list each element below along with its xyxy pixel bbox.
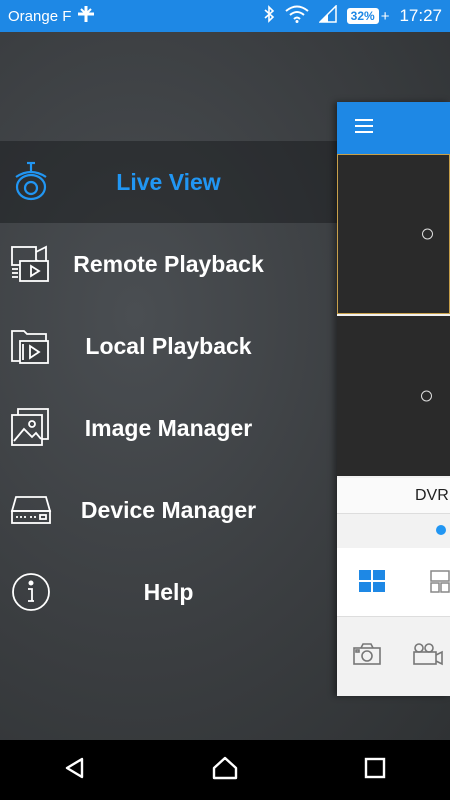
video-channel-1[interactable] bbox=[337, 154, 450, 314]
back-triangle-icon bbox=[63, 756, 87, 785]
loading-indicator-icon bbox=[421, 390, 432, 402]
carrier-name: Orange F bbox=[8, 7, 72, 25]
bluetooth-icon bbox=[263, 5, 275, 27]
clock: 17:27 bbox=[399, 6, 442, 25]
battery-group: 32% + bbox=[346, 7, 390, 25]
main-screen-preview[interactable]: DVR bbox=[337, 102, 450, 696]
side-menu: Live View Remote Playback Local Playback bbox=[0, 141, 337, 633]
dvr-device-icon bbox=[10, 489, 52, 531]
remote-playback-icon bbox=[10, 243, 52, 285]
menu-item-remote-playback[interactable]: Remote Playback bbox=[0, 223, 337, 305]
menu-item-live-view[interactable]: Live View bbox=[0, 141, 337, 223]
status-icons: 32% + 17:27 bbox=[263, 4, 442, 27]
tool-bar bbox=[337, 618, 450, 696]
recent-apps-button[interactable] bbox=[345, 740, 405, 800]
loading-indicator-icon bbox=[422, 228, 433, 240]
grid-single-icon[interactable] bbox=[430, 570, 450, 599]
system-navigation-bar bbox=[0, 740, 450, 800]
charging-indicator: + bbox=[380, 7, 390, 25]
info-icon bbox=[10, 571, 52, 613]
home-icon bbox=[212, 756, 238, 785]
sync-icon bbox=[77, 5, 95, 27]
wifi-icon bbox=[285, 5, 309, 27]
square-icon bbox=[364, 757, 386, 784]
carrier-group: Orange F bbox=[8, 5, 95, 27]
signal-icon bbox=[317, 4, 337, 27]
menu-item-device-manager[interactable]: Device Manager bbox=[0, 469, 337, 551]
battery-indicator: 32% bbox=[346, 8, 379, 24]
snapshot-camera-icon[interactable] bbox=[353, 642, 381, 671]
main-toolbar bbox=[337, 102, 450, 154]
grid-four-icon[interactable] bbox=[359, 570, 387, 599]
video-channel-2[interactable] bbox=[337, 316, 450, 476]
menu-item-image-manager[interactable]: Image Manager bbox=[0, 387, 337, 469]
home-button[interactable] bbox=[195, 740, 255, 800]
hamburger-menu-icon[interactable] bbox=[355, 118, 375, 139]
local-playback-icon bbox=[10, 325, 52, 367]
record-video-icon[interactable] bbox=[412, 642, 444, 671]
camera-icon bbox=[10, 161, 52, 203]
layout-selector bbox=[337, 548, 450, 617]
menu-item-local-playback[interactable]: Local Playback bbox=[0, 305, 337, 387]
status-bar: Orange F 32% + 17:27 bbox=[0, 0, 450, 32]
page-indicator-dot bbox=[436, 525, 446, 535]
back-button[interactable] bbox=[45, 740, 105, 800]
image-icon bbox=[10, 407, 52, 449]
device-label: DVR bbox=[337, 478, 450, 514]
menu-item-help[interactable]: Help bbox=[0, 551, 337, 633]
